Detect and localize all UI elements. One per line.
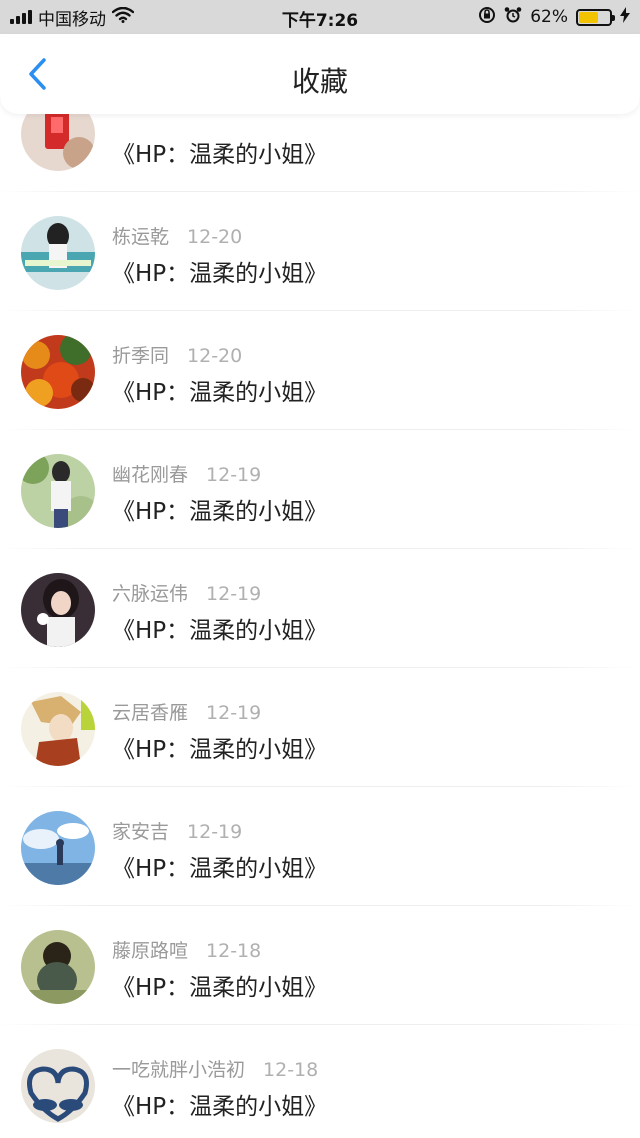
item-title: 《HP：温柔的小姐》 <box>112 856 328 882</box>
charging-icon <box>620 6 630 28</box>
item-author[interactable]: 藤原路喧 <box>112 940 188 962</box>
item-date: 12-20 <box>187 345 243 367</box>
item-meta: 云居香雁 12-19 <box>112 698 261 725</box>
item-title: 《HP：温柔的小姐》 <box>112 261 328 287</box>
avatar[interactable] <box>21 216 95 290</box>
battery-percent: 62% <box>530 7 568 27</box>
item-author[interactable]: 云居香雁 <box>112 702 188 724</box>
avatar[interactable] <box>21 454 95 528</box>
item-date: 12-19 <box>206 583 262 605</box>
item-author[interactable]: 折季同 <box>112 345 169 367</box>
item-author[interactable]: 栋运乾 <box>112 226 169 248</box>
list-item[interactable]: 云居香雁 12-19 《HP：温柔的小姐》 <box>0 668 640 787</box>
item-meta: 一吃就胖小浩初 12-18 <box>112 1055 318 1082</box>
item-title: 《HP：温柔的小姐》 <box>112 737 328 763</box>
item-author[interactable]: 一吃就胖小浩初 <box>112 1059 245 1081</box>
item-meta: 栋运乾 12-20 <box>112 222 242 249</box>
list-item[interactable]: 一吃就胖小浩初 12-18 《HP：温柔的小姐》 <box>0 1025 640 1138</box>
list-item[interactable]: 藤原路喧 12-18 《HP：温柔的小姐》 <box>0 906 640 1025</box>
battery-icon <box>576 8 615 26</box>
list-item[interactable]: 栋运乾 12-20 《HP：温柔的小姐》 <box>0 192 640 311</box>
avatar[interactable] <box>21 811 95 885</box>
item-date: 12-18 <box>206 940 262 962</box>
list-item[interactable]: 家安吉 12-19 《HP：温柔的小姐》 <box>0 787 640 906</box>
item-meta: 幽花刚春 12-19 <box>112 460 261 487</box>
status-right: 62% <box>478 0 630 34</box>
list-item[interactable]: 六脉运伟 12-19 《HP：温柔的小姐》 <box>0 549 640 668</box>
list-item[interactable]: 幽花刚春 12-19 《HP：温柔的小姐》 <box>0 430 640 549</box>
alarm-icon <box>504 6 522 29</box>
item-date: 12-18 <box>263 1059 319 1081</box>
rotation-lock-icon <box>478 6 496 29</box>
item-meta: 六脉运伟 12-19 <box>112 579 261 606</box>
item-title: 《HP：温柔的小姐》 <box>112 1094 328 1120</box>
item-title: 《HP：温柔的小姐》 <box>112 499 328 525</box>
item-meta: 藤原路喧 12-18 <box>112 936 261 963</box>
item-author[interactable]: 六脉运伟 <box>112 583 188 605</box>
item-title: 《HP：温柔的小姐》 <box>112 618 328 644</box>
page-title: 收藏 <box>291 65 348 98</box>
item-title: 《HP：温柔的小姐》 <box>112 380 328 406</box>
item-date: 12-20 <box>187 226 243 248</box>
item-author[interactable]: 幽花刚春 <box>112 464 188 486</box>
item-meta: 折季同 12-20 <box>112 341 242 368</box>
item-date: 12-19 <box>206 464 262 486</box>
item-title: 《HP：温柔的小姐》 <box>112 142 328 168</box>
status-bar: 中国移动 下午7:26 62% <box>0 0 640 34</box>
list-item[interactable]: 折季同 12-20 《HP：温柔的小姐》 <box>0 311 640 430</box>
item-author[interactable]: 家安吉 <box>112 821 169 843</box>
item-title: 《HP：温柔的小姐》 <box>112 975 328 1001</box>
item-date: 12-19 <box>206 702 262 724</box>
nav-bar: 收藏 <box>0 34 640 114</box>
avatar[interactable] <box>21 335 95 409</box>
avatar[interactable] <box>21 930 95 1004</box>
item-date: 12-19 <box>187 821 243 843</box>
favorites-list: 《HP：温柔的小姐》 栋运乾 12-20 《HP：温柔的小姐》 折季同 12-2… <box>0 100 640 1138</box>
avatar[interactable] <box>21 692 95 766</box>
avatar[interactable] <box>21 573 95 647</box>
item-meta: 家安吉 12-19 <box>112 817 242 844</box>
avatar[interactable] <box>21 1049 95 1123</box>
